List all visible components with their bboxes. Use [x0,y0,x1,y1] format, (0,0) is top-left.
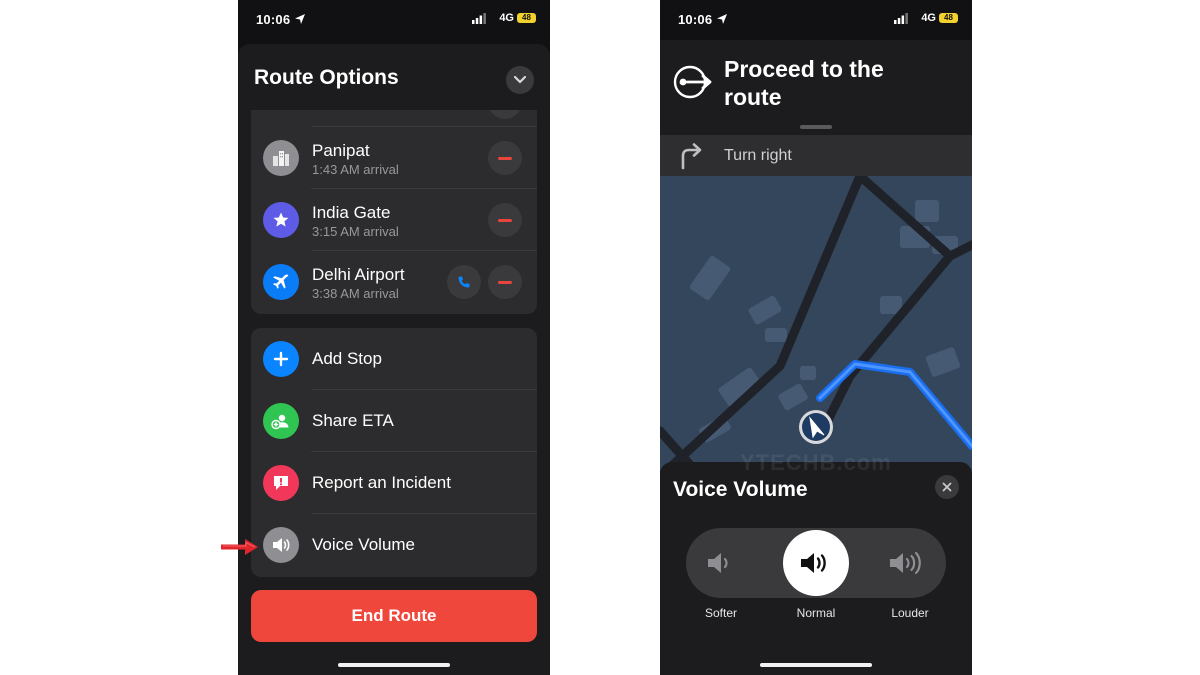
proceed-route-icon [673,65,712,99]
remove-stop-button[interactable] [488,203,522,237]
remove-stop-button[interactable] [488,265,522,299]
chevron-down-icon [513,75,527,84]
current-location-icon [799,410,833,444]
watermark: YTECHB.com [740,450,892,475]
voice-volume-row[interactable]: Voice Volume [251,514,537,576]
share-eta-icon [263,403,299,439]
navigation-banner[interactable]: Proceed to the route [660,40,972,135]
route-options-sheet: Route Options Panipat 1:43 AM arrival In… [238,44,550,675]
cellular-signal-icon [472,13,486,24]
action-label: Share ETA [312,411,394,430]
stop-row[interactable]: Panipat 1:43 AM arrival [251,127,537,189]
collapse-button[interactable] [506,66,534,94]
action-label: Add Stop [312,349,382,368]
share-eta-row[interactable]: Share ETA [251,390,537,452]
stop-name: Panipat [312,141,370,160]
airplane-icon [263,264,299,300]
battery-icon: 48 [939,13,958,23]
stop-row[interactable]: Delhi Airport 3:38 AM arrival [251,251,537,313]
cellular-signal-icon [894,13,908,24]
minus-icon [498,156,512,160]
volume-option-normal[interactable] [783,530,849,596]
turn-right-icon [681,143,702,170]
minus-icon [498,218,512,222]
voice-volume-sheet: Voice Volume Softer Normal Louder [660,462,972,675]
home-indicator [760,663,872,667]
sheet-title: Route Options [254,66,399,89]
action-label: Report an Incident [312,473,451,492]
stop-arrival: 3:15 AM arrival [312,224,399,239]
route-options-screen: 10:06 4G 48 Route Options Panipat 1:43 A… [238,0,550,675]
report-icon [263,465,299,501]
status-bar: 10:06 4G 48 [660,0,972,40]
volume-label-normal: Normal [796,606,836,620]
report-incident-row[interactable]: Report an Incident [251,452,537,514]
star-icon [263,202,299,238]
stop-arrival: 3:38 AM arrival [312,286,399,301]
list-item [251,110,537,127]
minus-icon [498,280,512,284]
sheet-title: Voice Volume [673,478,808,501]
stop-row[interactable]: India Gate 3:15 AM arrival [251,189,537,251]
end-route-button[interactable]: End Route [251,590,537,642]
network-type: 4G [499,12,514,24]
location-arrow-icon [717,14,727,24]
navigation-screen: 10:06 4G 48 Proceed to the route Turn ri… [660,0,972,675]
stop-arrival: 1:43 AM arrival [312,162,399,177]
city-icon [263,140,299,176]
phone-icon [458,276,470,288]
next-instruction-bar: Turn right [660,135,972,176]
speaker-softer-icon[interactable] [702,548,742,578]
speaker-louder-icon[interactable] [888,548,928,578]
network-type: 4G [921,12,936,24]
remove-stop-button[interactable] [488,110,522,119]
stop-name: India Gate [312,203,391,222]
plus-icon [263,341,299,377]
actions-list: Add Stop Share ETA Report an Incident Vo… [251,328,537,577]
status-time: 10:06 [678,12,713,27]
navigation-instruction: Proceed to the route [724,56,884,110]
sheet-grabber[interactable] [800,125,832,129]
map-canvas [660,176,972,476]
remove-stop-button[interactable] [488,141,522,175]
status-bar: 10:06 4G 48 [238,0,550,40]
close-icon [942,482,952,492]
home-indicator [338,663,450,667]
battery-icon: 48 [517,13,536,23]
volume-label-softer: Softer [704,606,737,620]
location-arrow-icon [295,14,305,24]
speaker-icon [263,527,299,563]
stop-name: Delhi Airport [312,265,405,284]
stops-list: Panipat 1:43 AM arrival India Gate 3:15 … [251,110,537,314]
action-label: Voice Volume [312,535,416,554]
next-instruction-label: Turn right [724,147,792,164]
map-view[interactable] [660,176,972,476]
close-button[interactable] [935,475,959,499]
speaker-normal-icon [801,553,826,573]
status-time: 10:06 [256,12,291,27]
volume-label-louder: Louder [891,606,929,620]
annotation-arrow-icon [221,539,258,555]
add-stop-row[interactable]: Add Stop [251,328,537,390]
call-button[interactable] [447,265,481,299]
